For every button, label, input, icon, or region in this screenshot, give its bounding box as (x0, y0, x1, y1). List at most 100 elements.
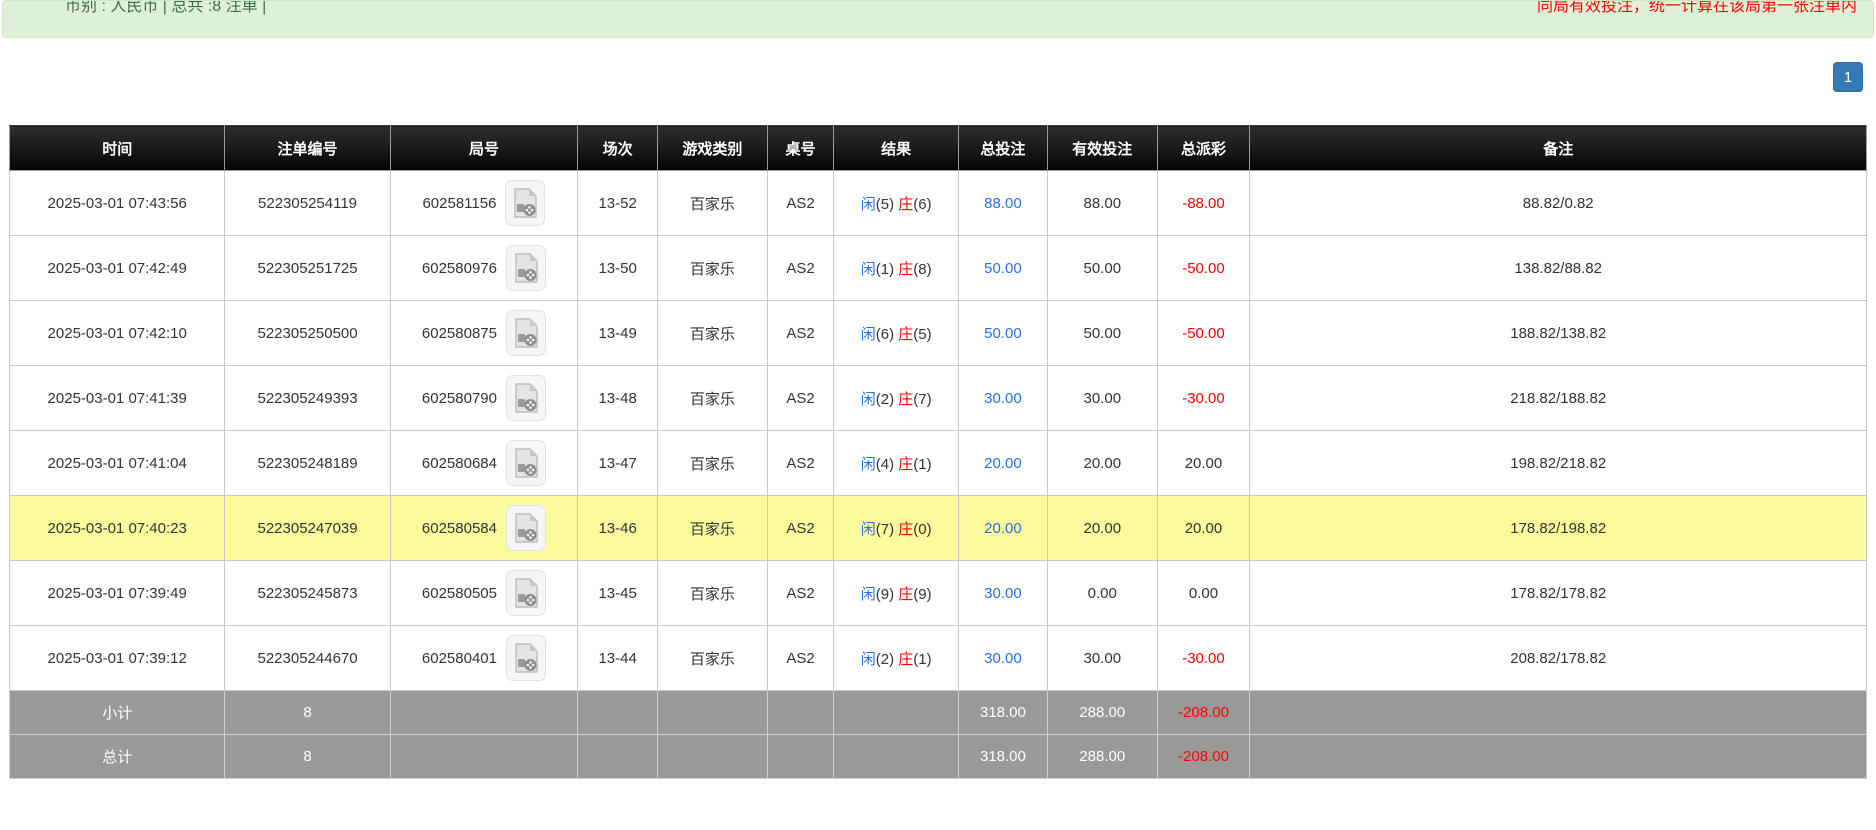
remark-cell: 178.82/198.82 (1250, 496, 1867, 561)
total-bet-link[interactable]: 20.00 (984, 520, 1022, 537)
game-type-cell: 百家乐 (658, 171, 768, 236)
summary-total-payout-cell: -208.00 (1157, 735, 1250, 779)
summary-label-cell: 总计 (10, 735, 225, 779)
col-header-result: 结果 (834, 126, 958, 171)
total-bet-cell: 30.00 (958, 561, 1047, 626)
session-cell: 13-45 (578, 561, 658, 626)
video-replay-button[interactable] (506, 570, 546, 616)
table-header: 时间 注单编号 局号 场次 游戏类别 桌号 结果 总投注 有效投注 总派彩 备注 (10, 126, 1867, 171)
game-type-cell: 百家乐 (658, 626, 768, 691)
game-type-cell: 百家乐 (658, 236, 768, 301)
summary-total-bet-cell: 318.00 (958, 735, 1047, 779)
total-bet-link[interactable]: 88.00 (984, 195, 1022, 212)
video-replay-button[interactable] (506, 310, 546, 356)
player-result-label: 闲 (861, 326, 876, 343)
table-row: 2025-03-01 07:43:56 522305254119 6025811… (10, 171, 1867, 236)
banker-result-value: (0) (913, 521, 931, 538)
bet-id-cell: 522305250500 (225, 301, 390, 366)
remark-cell: 88.82/0.82 (1250, 171, 1867, 236)
bet-id-cell: 522305251725 (225, 236, 390, 301)
result-cell: 闲(2) 庄(7) (834, 366, 958, 431)
round-id-cell: 602581156 (390, 171, 578, 236)
total-bet-link[interactable]: 30.00 (984, 390, 1022, 407)
video-file-icon (513, 513, 539, 543)
result-cell: 闲(1) 庄(8) (834, 236, 958, 301)
summary-row: 小计 8 318.00 288.00 -208.00 (10, 691, 1867, 735)
player-result-value: (2) (876, 651, 894, 668)
bet-id-cell: 522305244670 (225, 626, 390, 691)
result-cell: 闲(7) 庄(0) (834, 496, 958, 561)
player-result-value: (7) (876, 521, 894, 538)
table-row: 2025-03-01 07:39:49 522305245873 6025805… (10, 561, 1867, 626)
total-bet-cell: 20.00 (958, 496, 1047, 561)
total-payout-cell: -30.00 (1157, 366, 1250, 431)
total-payout-cell: -30.00 (1157, 626, 1250, 691)
result-cell: 闲(5) 庄(6) (834, 171, 958, 236)
player-result-label: 闲 (861, 196, 876, 213)
player-result-value: (2) (876, 391, 894, 408)
video-replay-button[interactable] (505, 180, 545, 226)
video-file-icon (513, 643, 539, 673)
game-type-cell: 百家乐 (658, 496, 768, 561)
total-bet-link[interactable]: 50.00 (984, 260, 1022, 277)
bet-id-cell: 522305249393 (225, 366, 390, 431)
alert-bar: 币别 : 人民币 | 总共 :8 注单 | 同局有效投注，统一计算在该局第一张注… (2, 0, 1874, 38)
banker-result-value: (6) (913, 196, 931, 213)
total-bet-cell: 30.00 (958, 366, 1047, 431)
total-payout-cell: 20.00 (1157, 431, 1250, 496)
banker-result-value: (9) (913, 586, 931, 603)
total-payout-cell: 20.00 (1157, 496, 1250, 561)
video-replay-button[interactable] (506, 375, 546, 421)
summary-total-bet-cell: 318.00 (958, 691, 1047, 735)
total-bet-cell: 20.00 (958, 431, 1047, 496)
round-id-cell: 602580976 (390, 236, 578, 301)
page-1-button[interactable]: 1 (1833, 62, 1863, 92)
player-result-label: 闲 (861, 521, 876, 538)
time-cell: 2025-03-01 07:39:12 (10, 626, 225, 691)
round-id-cell: 602580875 (390, 301, 578, 366)
table-row: 2025-03-01 07:41:04 522305248189 6025806… (10, 431, 1867, 496)
session-cell: 13-44 (578, 626, 658, 691)
table-row: 2025-03-01 07:42:49 522305251725 6025809… (10, 236, 1867, 301)
video-replay-button[interactable] (506, 440, 546, 486)
total-bet-link[interactable]: 50.00 (984, 325, 1022, 342)
player-result-value: (5) (876, 196, 894, 213)
session-cell: 13-47 (578, 431, 658, 496)
player-result-value: (9) (876, 586, 894, 603)
game-type-cell: 百家乐 (658, 431, 768, 496)
session-cell: 13-48 (578, 366, 658, 431)
table-no-cell: AS2 (767, 431, 834, 496)
remark-cell: 208.82/178.82 (1250, 626, 1867, 691)
session-cell: 13-52 (578, 171, 658, 236)
bet-id-cell: 522305245873 (225, 561, 390, 626)
col-header-session: 场次 (578, 126, 658, 171)
col-header-round-id: 局号 (390, 126, 578, 171)
total-bet-link[interactable]: 30.00 (984, 585, 1022, 602)
game-type-cell: 百家乐 (658, 301, 768, 366)
remark-cell: 178.82/178.82 (1250, 561, 1867, 626)
player-result-label: 闲 (861, 261, 876, 278)
total-bet-cell: 50.00 (958, 301, 1047, 366)
summary-total-payout-cell: -208.00 (1157, 691, 1250, 735)
result-cell: 闲(6) 庄(5) (834, 301, 958, 366)
game-type-cell: 百家乐 (658, 561, 768, 626)
total-bet-link[interactable]: 30.00 (984, 650, 1022, 667)
video-file-icon (512, 188, 538, 218)
game-type-cell: 百家乐 (658, 366, 768, 431)
player-result-label: 闲 (861, 586, 876, 603)
valid-bet-cell: 50.00 (1048, 236, 1158, 301)
table-no-cell: AS2 (767, 171, 834, 236)
summary-valid-bet-cell: 288.00 (1048, 691, 1158, 735)
currency-summary-text: 币别 : 人民币 | 总共 :8 注单 | (65, 0, 266, 18)
video-replay-button[interactable] (506, 635, 546, 681)
time-cell: 2025-03-01 07:41:04 (10, 431, 225, 496)
table-no-cell: AS2 (767, 626, 834, 691)
video-replay-button[interactable] (506, 505, 546, 551)
total-bet-link[interactable]: 20.00 (984, 455, 1022, 472)
video-replay-button[interactable] (506, 245, 546, 291)
video-file-icon (513, 253, 539, 283)
bet-records-table: 时间 注单编号 局号 场次 游戏类别 桌号 结果 总投注 有效投注 总派彩 备注… (9, 125, 1867, 779)
valid-bet-cell: 50.00 (1048, 301, 1158, 366)
banker-result-value: (1) (913, 651, 931, 668)
summary-label-cell: 小计 (10, 691, 225, 735)
